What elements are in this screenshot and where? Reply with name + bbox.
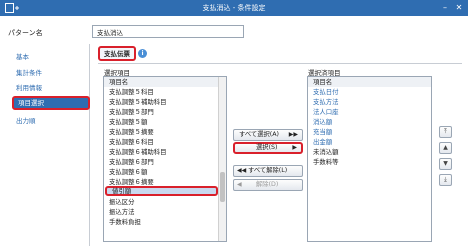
list-item[interactable]: 支払調整５科目 — [104, 87, 218, 97]
chosen-list[interactable]: 項目名 支払日付 支払方法 法人口座 消込額 充当額 出金額 未消込額 手数料等 — [307, 76, 432, 242]
move-down-button[interactable]: ▼ — [439, 158, 452, 170]
chosen-column-header: 項目名 — [308, 77, 431, 87]
left-arrow-icon: ◀ — [237, 181, 242, 188]
list-item[interactable]: 支払調整６補助科目 — [104, 147, 218, 157]
deselect-all-label: すべて解除(L) — [248, 167, 288, 174]
window-title: 支払消込 - 条件設定 — [202, 4, 266, 12]
move-top-icon: ⤒ — [444, 128, 447, 135]
minimize-icon[interactable]: – — [440, 3, 450, 13]
sidebar-item-basic[interactable]: 基本 — [8, 50, 88, 64]
available-column-header: 項目名 — [104, 77, 218, 87]
sidebar-item-field-selection[interactable]: 項目選択 — [12, 96, 90, 110]
available-scrollbar[interactable] — [218, 77, 226, 241]
list-item[interactable]: 未消込額 — [308, 147, 431, 157]
double-left-arrow-icon: ◀◀ — [237, 167, 247, 174]
move-top-button[interactable]: ⤒ — [439, 126, 452, 138]
select-all-label: すべて選択(A) — [239, 131, 280, 138]
list-item[interactable]: 手数料負担 — [104, 217, 218, 227]
list-item[interactable]: 支払調整５額 — [104, 117, 218, 127]
info-icon[interactable]: i — [138, 49, 147, 58]
list-item[interactable]: 支払調整５部門 — [104, 107, 218, 117]
list-item[interactable]: 出金額 — [308, 137, 431, 147]
list-item[interactable]: 手数料等 — [308, 157, 431, 167]
select-label: 選択(S) — [256, 144, 278, 151]
move-bottom-button[interactable]: ⤓ — [439, 174, 452, 186]
list-item[interactable]: 消込額 — [308, 117, 431, 127]
list-item[interactable]: 振込方法 — [104, 207, 218, 217]
list-item[interactable]: 支払調整６額 — [104, 167, 218, 177]
select-button[interactable]: 選択(S) ▶ — [233, 142, 303, 154]
tab-payment-slip[interactable]: 支払伝票 — [98, 46, 136, 61]
list-item[interactable]: 支払調整５補助科目 — [104, 97, 218, 107]
select-all-button[interactable]: すべて選択(A) ▶▶ — [233, 129, 303, 141]
deselect-button[interactable]: ◀ 解除(D) — [233, 179, 303, 191]
sidebar: 基本 集計条件 利用情報 項目選択 出力順 — [0, 44, 90, 246]
move-up-button[interactable]: ▲ — [439, 142, 452, 154]
deselect-label: 解除(D) — [256, 181, 279, 188]
sidebar-item-output-order[interactable]: 出力順 — [8, 114, 88, 128]
available-list[interactable]: 項目名 支払調整５科目 支払調整５補助科目 支払調整５部門 支払調整５額 支払調… — [103, 76, 227, 242]
move-bottom-icon: ⤓ — [444, 176, 447, 183]
close-icon[interactable]: ✕ — [454, 3, 464, 13]
sidebar-item-aggregation[interactable]: 集計条件 — [8, 66, 88, 80]
list-item[interactable]: 振込区分 — [104, 197, 218, 207]
list-item[interactable]: 支払調整６科目 — [104, 137, 218, 147]
list-item[interactable]: 法人口座 — [308, 107, 431, 117]
sidebar-item-usage[interactable]: 利用情報 — [8, 81, 88, 95]
right-arrow-icon: ▶ — [292, 144, 297, 151]
pattern-name-label: パターン名 — [8, 29, 43, 37]
list-item[interactable]: 支払日付 — [308, 87, 431, 97]
triangle-up-icon: ▲ — [443, 144, 448, 151]
list-item[interactable]: 充当額 — [308, 127, 431, 137]
divider — [98, 63, 462, 64]
pattern-name-input[interactable] — [92, 25, 244, 38]
title-bar: 支払消込 - 条件設定 – ✕ — [0, 0, 468, 16]
list-item[interactable]: 支払調整５摘要 — [104, 127, 218, 137]
scroll-thumb[interactable] — [220, 172, 225, 202]
list-item-selected[interactable]: 値引額 — [105, 186, 218, 196]
list-item[interactable]: 支払調整６部門 — [104, 157, 218, 167]
pattern-name-row: パターン名 — [0, 22, 468, 42]
double-right-arrow-icon: ▶▶ — [288, 131, 298, 138]
triangle-down-icon: ▼ — [443, 160, 448, 167]
list-item[interactable]: 支払方法 — [308, 97, 431, 107]
deselect-all-button[interactable]: ◀◀ すべて解除(L) — [233, 165, 303, 177]
